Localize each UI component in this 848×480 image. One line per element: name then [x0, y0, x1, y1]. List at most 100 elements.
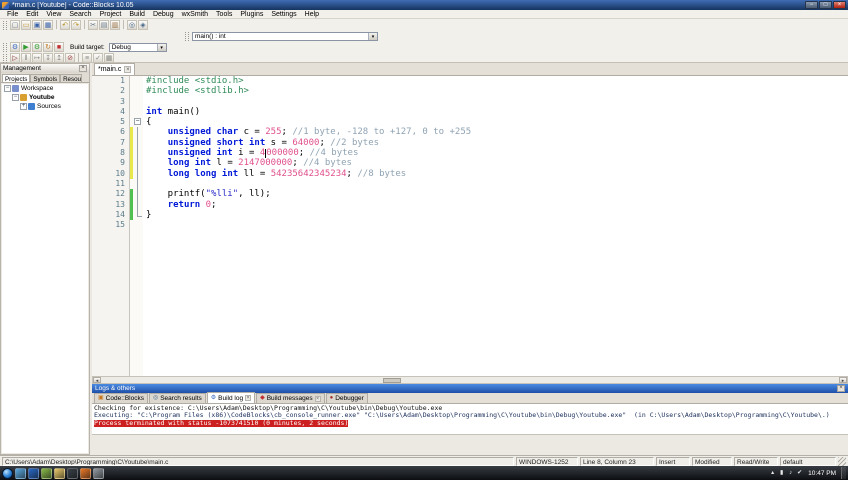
expander-icon[interactable]: + — [20, 103, 27, 110]
line-number[interactable]: 11 — [92, 179, 130, 189]
menu-item-tools[interactable]: Tools — [212, 11, 236, 18]
menu-item-settings[interactable]: Settings — [267, 11, 300, 18]
menu-item-plugins[interactable]: Plugins — [236, 11, 267, 18]
management-tab-resources[interactable]: Resources — [60, 74, 83, 82]
close-icon[interactable]: × — [124, 66, 132, 73]
line-number[interactable]: 13 — [92, 200, 130, 210]
open-file-icon[interactable]: ▭ — [21, 20, 31, 30]
code-line[interactable]: 6 unsigned char c = 255; //1 byte, -128 … — [92, 127, 848, 139]
code-line[interactable]: 7 unsigned short int s = 64000; //2 byte… — [92, 137, 848, 149]
logs-tab-debugger[interactable]: ● Debugger — [325, 393, 368, 403]
toolbar-grip[interactable] — [185, 31, 189, 41]
code-line[interactable]: 9 long int l = 2147000000; //4 bytes — [92, 158, 848, 169]
scroll-left-icon[interactable]: ◂ — [93, 377, 101, 384]
logs-tab-search-results[interactable]: ◎ Search results — [148, 393, 206, 403]
line-number[interactable]: 7 — [92, 138, 130, 148]
menu-item-wxsmith[interactable]: wxSmith — [178, 11, 212, 18]
info-windows-icon[interactable]: ✓ — [93, 53, 103, 63]
code-line[interactable]: 4 int main() — [92, 107, 848, 117]
code-line[interactable]: 14} — [92, 209, 848, 221]
undo-icon[interactable]: ↶ — [60, 20, 70, 30]
taskbar-app-icon[interactable] — [54, 467, 65, 479]
replace-icon[interactable]: ◈ — [138, 20, 148, 30]
tray-customize-icon[interactable]: ▴ — [769, 469, 776, 477]
menu-item-search[interactable]: Search — [65, 11, 95, 18]
close-icon[interactable]: × — [245, 395, 252, 401]
toolbar-grip[interactable] — [3, 53, 7, 63]
logs-tab-build-messages[interactable]: ◆ Build messages × — [256, 393, 325, 403]
new-file-icon[interactable]: ▢ — [10, 20, 20, 30]
taskbar-app-icon[interactable] — [67, 467, 78, 479]
debug-run-icon[interactable]: ▷ — [10, 53, 20, 63]
code-line[interactable]: 2 #include <stdlib.h> — [92, 86, 848, 96]
collapse-icon[interactable]: − — [134, 118, 141, 126]
close-icon[interactable]: × — [79, 65, 87, 72]
code-line[interactable]: 12 printf("%lli", ll); — [92, 189, 848, 200]
start-button[interactable] — [2, 467, 13, 479]
copy-icon[interactable]: ▤ — [99, 20, 109, 30]
minimize-button[interactable]: − — [805, 1, 818, 9]
debug-pause-icon[interactable]: ‖ — [21, 53, 31, 63]
management-tab-projects[interactable]: Projects — [2, 74, 31, 82]
line-number[interactable]: 15 — [92, 220, 130, 230]
menu-item-edit[interactable]: Edit — [22, 11, 42, 18]
menu-item-debug[interactable]: Debug — [149, 11, 178, 18]
taskbar-clock[interactable]: 10:47 PM — [805, 470, 839, 477]
toolbar-grip[interactable] — [3, 20, 7, 30]
expander-icon[interactable]: − — [4, 85, 11, 92]
scrollbar-thumb[interactable] — [383, 378, 401, 383]
menu-item-help[interactable]: Help — [301, 11, 323, 18]
taskbar-app-icon[interactable] — [41, 467, 52, 479]
save-all-icon[interactable]: ▦ — [43, 20, 53, 30]
line-number[interactable]: 10 — [92, 169, 130, 179]
code-area[interactable]: 1 #include <stdio.h> 2 #include <stdlib.h> 3… — [92, 76, 848, 376]
taskbar-app-icon[interactable] — [28, 467, 39, 479]
code-line[interactable]: 11 — [92, 178, 848, 190]
expander-icon[interactable]: − — [12, 94, 19, 101]
code-line[interactable]: 8 unsigned int i = 4000000; //4 bytes — [92, 148, 848, 159]
tree-item-youtube[interactable]: − Youtube — [2, 93, 88, 102]
logs-tab-build-log[interactable]: ⚙ Build log × — [206, 392, 256, 403]
scroll-right-icon[interactable]: ▸ — [839, 377, 847, 384]
tree-item-sources[interactable]: + Sources — [2, 102, 88, 111]
toolbar-grip[interactable] — [3, 42, 7, 52]
build-target-combo[interactable]: Debug ▾ — [108, 42, 167, 52]
build-icon[interactable]: ⚙ — [10, 42, 20, 52]
resize-grip[interactable] — [838, 456, 846, 466]
line-number[interactable]: 2 — [92, 86, 130, 96]
logs-header[interactable]: Logs & others × — [92, 384, 848, 393]
step-into-icon[interactable]: ↧ — [43, 53, 53, 63]
management-tab-symbols[interactable]: Symbols — [30, 74, 61, 82]
taskbar-app-icon[interactable] — [15, 467, 26, 479]
show-desktop-button[interactable] — [841, 467, 846, 479]
redo-icon[interactable]: ↷ — [71, 20, 81, 30]
run-icon[interactable]: ▶ — [21, 42, 31, 52]
maximize-button[interactable]: □ — [819, 1, 832, 9]
cut-icon[interactable]: ✂ — [88, 20, 98, 30]
taskbar-app-icon[interactable] — [93, 467, 104, 479]
logs-tab-code-blocks[interactable]: ▣ Code::Blocks — [94, 393, 148, 403]
save-icon[interactable]: ▣ — [32, 20, 42, 30]
stop-debugger-icon[interactable]: ⊘ — [65, 53, 75, 63]
debug-windows-icon[interactable]: ≡ — [82, 53, 92, 63]
paste-icon[interactable]: ▥ — [110, 20, 120, 30]
fold-marker[interactable]: − — [133, 117, 143, 127]
rebuild-icon[interactable]: ↻ — [43, 42, 53, 52]
build-and-run-icon[interactable]: ⚙ — [32, 42, 42, 52]
chevron-down-icon[interactable]: ▾ — [156, 43, 166, 51]
menu-item-project[interactable]: Project — [96, 11, 126, 18]
code-line[interactable]: 13 return 0; — [92, 199, 848, 211]
find-icon[interactable]: ◎ — [127, 20, 137, 30]
code-line[interactable]: 1 #include <stdio.h> — [92, 76, 848, 86]
code-line[interactable]: 15 — [92, 220, 848, 230]
abort-icon[interactable]: ■ — [54, 42, 64, 52]
code-line[interactable]: 5−{ — [92, 117, 848, 127]
menu-item-file[interactable]: File — [3, 11, 22, 18]
step-over-icon[interactable]: ↦ — [32, 53, 42, 63]
code-line[interactable]: 3 — [92, 97, 848, 107]
tray-notification-icon[interactable]: ✔ — [796, 469, 803, 477]
line-number[interactable]: 1 — [92, 76, 130, 86]
line-number[interactable]: 3 — [92, 97, 130, 107]
step-out-icon[interactable]: ↥ — [54, 53, 64, 63]
chevron-down-icon[interactable]: ▾ — [368, 32, 377, 40]
